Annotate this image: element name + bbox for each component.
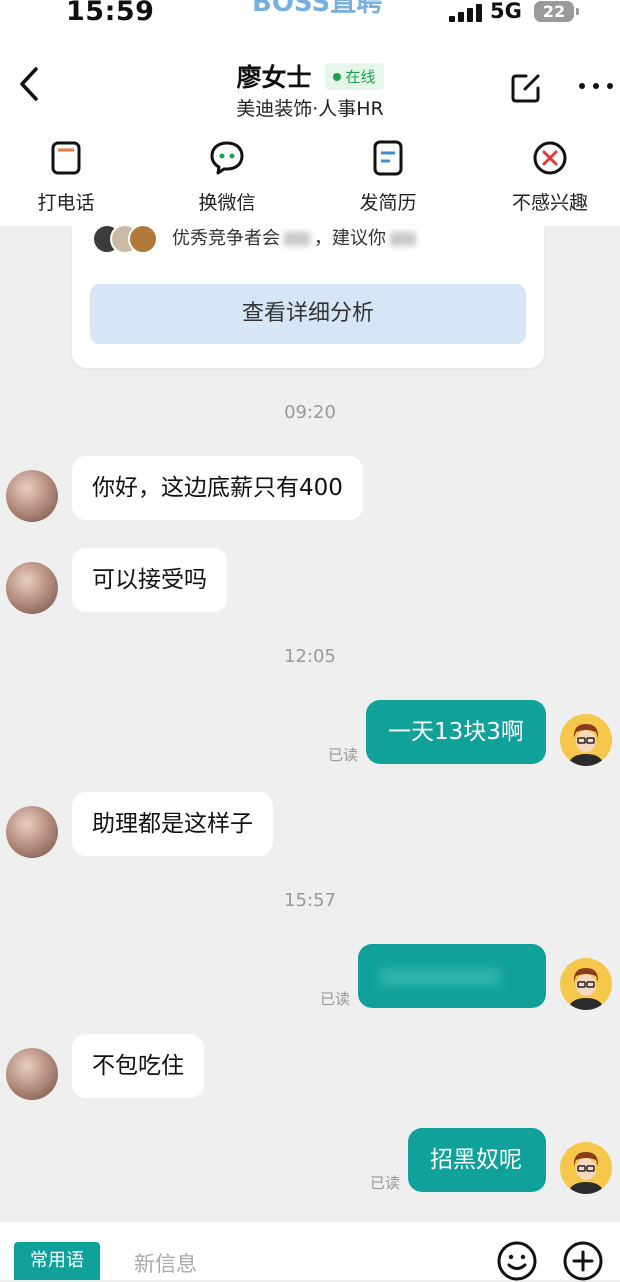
- status-time: 15:59: [66, 0, 155, 27]
- status-app-name: BOSS直聘: [252, 0, 383, 18]
- timestamp: 09:20: [284, 402, 336, 423]
- analysis-text-prefix: 优秀竞争者会: [172, 228, 280, 249]
- not-interested-icon: [533, 141, 567, 175]
- message-sent-redacted[interactable]: [358, 944, 546, 1008]
- not-interested-label: 不感兴趣: [511, 192, 588, 214]
- timestamp: 15:57: [284, 890, 336, 911]
- contact-avatar[interactable]: [6, 470, 58, 522]
- network-label: 5G: [490, 0, 522, 23]
- wechat-label: 换微信: [198, 192, 256, 214]
- wechat-icon: [210, 141, 244, 175]
- chat-header: 廖女士 在线 美迪装饰·人事HR 打电话 换微信 发简历 不感兴趣: [0, 36, 620, 226]
- online-badge: 在线: [324, 62, 384, 90]
- read-receipt: 已读: [328, 746, 359, 764]
- blurred-text: [390, 232, 416, 246]
- contact-avatar[interactable]: [6, 562, 58, 614]
- battery-icon: 22: [534, 1, 579, 22]
- blurred-text: [284, 232, 310, 246]
- contact-name[interactable]: 廖女士: [236, 58, 311, 94]
- online-dot-icon: [332, 73, 341, 81]
- message-sent[interactable]: 一天13块3啊: [366, 700, 546, 764]
- analysis-text: 优秀竞争者会 ，建议你: [172, 224, 420, 250]
- read-receipt: 已读: [320, 990, 351, 1008]
- view-analysis-button[interactable]: 查看详细分析: [90, 284, 526, 344]
- signal-icon: [449, 4, 483, 22]
- online-label: 在线: [345, 67, 376, 86]
- action-bar: 打电话 换微信 发简历 不感兴趣: [0, 140, 620, 220]
- call-action[interactable]: 打电话: [6, 140, 126, 215]
- phone-icon: [51, 141, 81, 175]
- timestamp: 12:05: [284, 646, 336, 667]
- call-label: 打电话: [37, 192, 95, 214]
- emoji-icon[interactable]: [496, 1240, 538, 1282]
- analysis-card: 优秀竞争者会 ，建议你 查看详细分析: [72, 224, 544, 368]
- competitor-avatars: [92, 224, 162, 254]
- status-bar: 15:59 BOSS直聘 5G 22: [0, 0, 620, 36]
- read-receipt: 已读: [370, 1174, 401, 1192]
- edit-icon[interactable]: [508, 70, 544, 106]
- message-sent[interactable]: 招黑奴呢: [408, 1128, 546, 1192]
- more-icon[interactable]: [578, 76, 614, 96]
- plus-icon[interactable]: [562, 1240, 604, 1282]
- user-avatar-illustration: [568, 968, 604, 1010]
- blurred-text: [380, 967, 500, 986]
- common-phrases-button[interactable]: 常用语: [14, 1242, 100, 1280]
- user-avatar-illustration: [568, 724, 604, 766]
- user-avatar[interactable]: [560, 714, 612, 766]
- message-input[interactable]: 新信息: [134, 1248, 197, 1278]
- wechat-action[interactable]: 换微信: [167, 140, 287, 215]
- resume-icon: [373, 140, 403, 176]
- analysis-text-middle: ，建议你: [314, 228, 386, 249]
- user-avatar[interactable]: [560, 958, 612, 1010]
- resume-label: 发简历: [359, 192, 417, 214]
- message-received[interactable]: 你好，这边底薪只有400: [72, 456, 363, 520]
- competitor-avatar: [128, 224, 158, 254]
- not-interested-action[interactable]: 不感兴趣: [490, 140, 610, 215]
- message-received[interactable]: 不包吃住: [72, 1034, 204, 1098]
- message-received[interactable]: 可以接受吗: [72, 548, 227, 612]
- user-avatar[interactable]: [560, 1142, 612, 1194]
- user-avatar-illustration: [568, 1152, 604, 1194]
- contact-avatar[interactable]: [6, 806, 58, 858]
- message-received[interactable]: 助理都是这样子: [72, 792, 273, 856]
- resume-action[interactable]: 发简历: [328, 140, 448, 215]
- input-bar: 常用语 新信息: [0, 1222, 620, 1282]
- contact-avatar[interactable]: [6, 1048, 58, 1100]
